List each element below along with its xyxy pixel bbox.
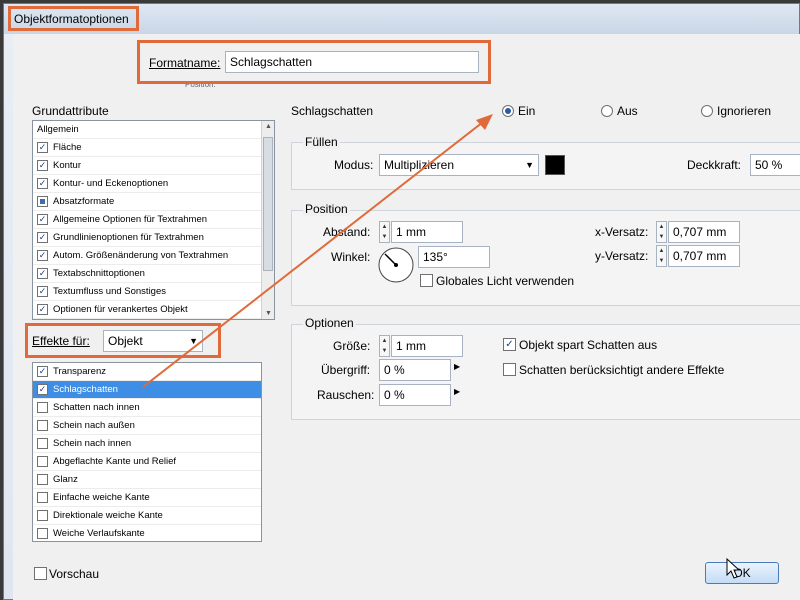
annotation-arrow-icon	[142, 114, 493, 388]
dialog-content: Formatname: Schlagschatten Position: Gru…	[13, 34, 800, 600]
title-highlight-frame	[8, 6, 139, 31]
title-bar[interactable]: Objektformatoptionen	[4, 4, 799, 34]
dialog-window: Objektformatoptionen Formatname: Schlags…	[3, 3, 800, 600]
